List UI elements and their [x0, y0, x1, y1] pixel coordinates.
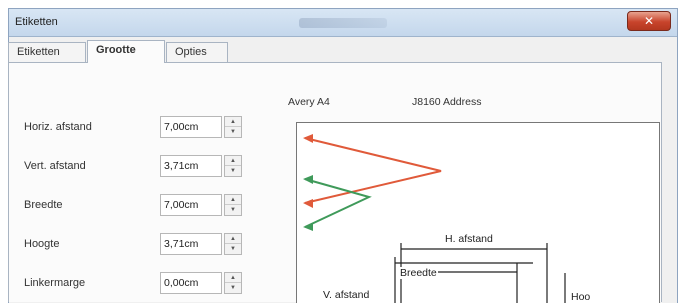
spin-up-icon[interactable]: ▲: [225, 234, 241, 244]
h-distance-label: H. afstand: [445, 233, 493, 245]
red-arrow-path: [304, 137, 442, 204]
blurred-title-text: [299, 18, 387, 28]
horiz-distance-input[interactable]: 7,00cm: [160, 116, 222, 138]
left-margin-input[interactable]: 0,00cm: [160, 272, 222, 294]
left-margin-spinner[interactable]: ▲ ▼: [224, 272, 242, 294]
spin-up-icon[interactable]: ▲: [225, 273, 241, 283]
title-bar: Etiketten ✕: [9, 9, 677, 37]
spin-down-icon[interactable]: ▼: [225, 127, 241, 137]
tab-opties[interactable]: Opties: [166, 42, 228, 62]
spin-down-icon[interactable]: ▼: [225, 205, 241, 215]
spin-up-icon[interactable]: ▲: [225, 156, 241, 166]
green-arrow-head-top: [303, 175, 313, 184]
red-arrow-head-bottom: [303, 199, 313, 208]
spin-up-icon[interactable]: ▲: [225, 195, 241, 205]
vert-distance-label: Vert. afstand: [24, 160, 86, 172]
green-arrow-head-bottom: [303, 223, 313, 231]
width-spinner[interactable]: ▲ ▼: [224, 194, 242, 216]
width-diagram-label: Breedte: [399, 267, 438, 279]
close-icon: ✕: [643, 14, 655, 28]
close-button[interactable]: ✕: [627, 11, 671, 31]
horiz-distance-spinner[interactable]: ▲ ▼: [224, 116, 242, 138]
spin-up-icon[interactable]: ▲: [225, 117, 241, 127]
label-type: J8160 Address: [412, 96, 482, 108]
spin-down-icon[interactable]: ▼: [225, 283, 241, 293]
preview-diagram: [303, 134, 566, 303]
width-label: Breedte: [24, 199, 63, 211]
left-margin-label: Linkermarge: [24, 277, 86, 289]
v-distance-label: V. afstand: [323, 289, 370, 301]
horiz-distance-label: Horiz. afstand: [24, 121, 92, 133]
height-diagram-label: Hoo: [571, 291, 591, 303]
spin-down-icon[interactable]: ▼: [225, 244, 241, 254]
spin-down-icon[interactable]: ▼: [225, 166, 241, 176]
tab-etiketten[interactable]: Etiketten: [8, 42, 86, 62]
width-input[interactable]: 7,00cm: [160, 194, 222, 216]
label-preview: H. afstand Breedte V. afstand Hoo: [296, 122, 660, 303]
height-label: Hoogte: [24, 238, 60, 250]
label-brand: Avery A4: [288, 96, 330, 108]
vert-distance-input[interactable]: 3,71cm: [160, 155, 222, 177]
tab-grootte[interactable]: Grootte: [87, 40, 165, 63]
height-input[interactable]: 3,71cm: [160, 233, 222, 255]
red-arrow-head-top: [303, 134, 313, 143]
window-title: Etiketten: [15, 16, 58, 28]
height-spinner[interactable]: ▲ ▼: [224, 233, 242, 255]
green-arrow-path: [304, 178, 372, 228]
vert-distance-spinner[interactable]: ▲ ▼: [224, 155, 242, 177]
